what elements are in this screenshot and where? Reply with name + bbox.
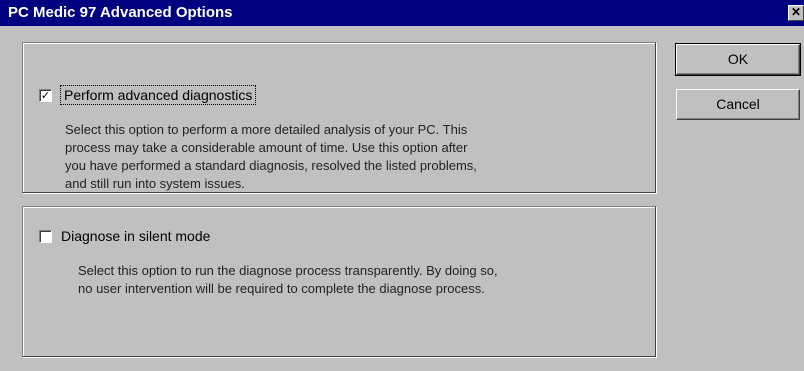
close-icon[interactable]: ✕ <box>788 5 804 21</box>
advanced-options-dialog: PC Medic 97 Advanced Options ✕ ✓ Perform… <box>0 0 804 371</box>
silent-mode-description: Select this option to run the diagnose p… <box>78 262 498 298</box>
description-line: and still run into system issues. <box>65 176 245 191</box>
advanced-diagnostics-checkbox[interactable]: ✓ <box>39 89 52 102</box>
advanced-diagnostics-description: Select this option to perform a more det… <box>65 121 477 193</box>
title-bar[interactable]: PC Medic 97 Advanced Options ✕ <box>0 0 804 26</box>
advanced-diagnostics-group: ✓ Perform advanced diagnostics Select th… <box>22 42 656 193</box>
ok-button[interactable]: OK <box>675 43 801 76</box>
description-line: no user intervention will be required to… <box>78 281 485 296</box>
description-line: Select this option to perform a more det… <box>65 122 468 137</box>
silent-mode-checkbox[interactable] <box>39 230 52 243</box>
window-title: PC Medic 97 Advanced Options <box>8 4 233 21</box>
cancel-button[interactable]: Cancel <box>676 89 800 120</box>
description-line: process may take a considerable amount o… <box>65 140 468 155</box>
silent-mode-group: Diagnose in silent mode Select this opti… <box>22 206 656 357</box>
silent-mode-label[interactable]: Diagnose in silent mode <box>61 228 210 244</box>
description-line: you have performed a standard diagnosis,… <box>65 158 477 173</box>
description-line: Select this option to run the diagnose p… <box>78 263 498 278</box>
advanced-diagnostics-label[interactable]: Perform advanced diagnostics <box>60 85 257 105</box>
